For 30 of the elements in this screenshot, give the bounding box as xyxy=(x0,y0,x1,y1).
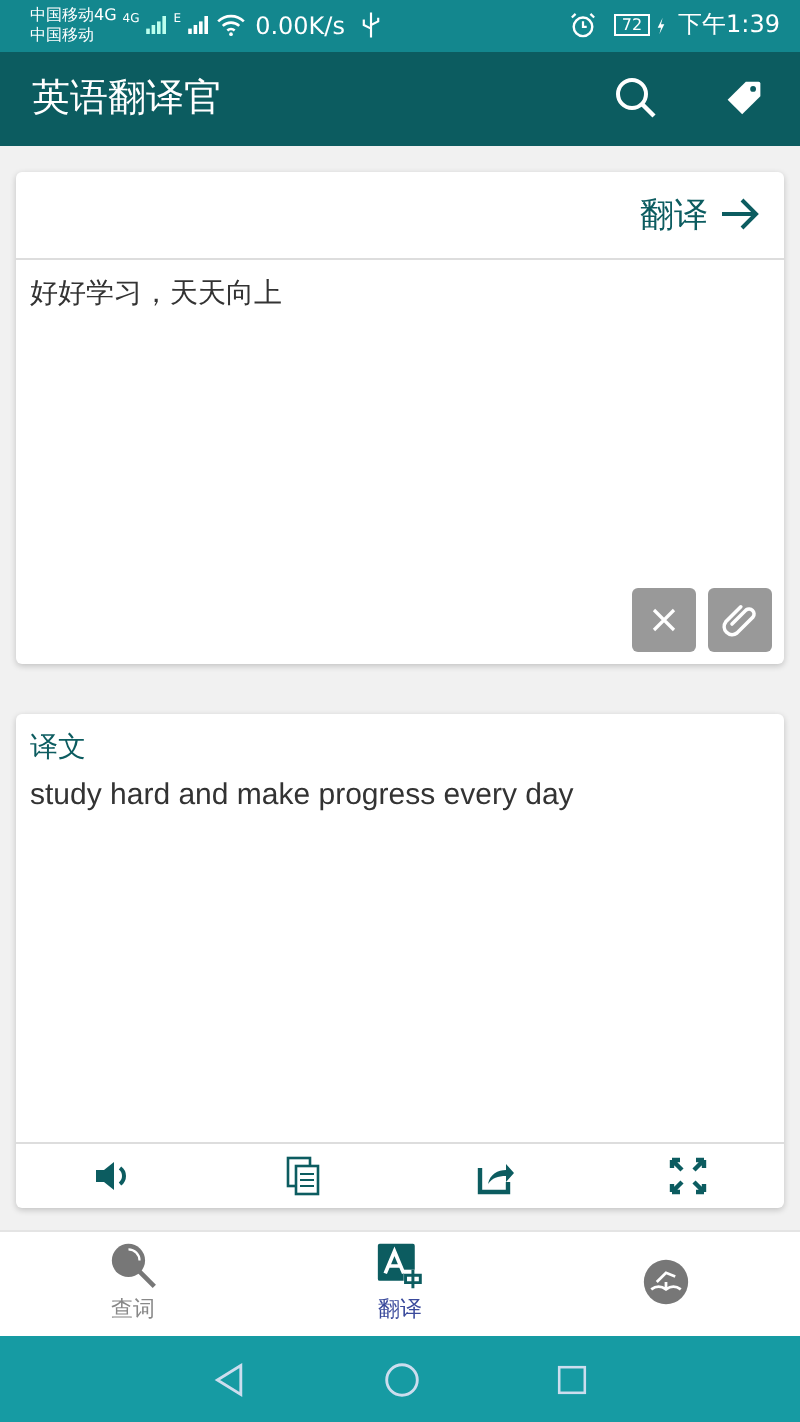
wifi-icon xyxy=(215,14,246,37)
translation-text: study hard and make progress every day xyxy=(28,775,576,816)
nav-label[interactable]: 查词 xyxy=(111,1294,156,1325)
translate-button[interactable]: 翻译 xyxy=(636,187,764,242)
app-title: 英语翻译官 xyxy=(32,74,222,125)
input-field[interactable]: 好好学习，天天向上 xyxy=(16,259,784,588)
carrier-label: 中国移动 xyxy=(30,25,96,46)
battery-level: 72 xyxy=(613,14,651,37)
output-label: 译文 xyxy=(28,729,88,768)
magnifier-icon[interactable] xyxy=(109,1242,158,1291)
signal-icon xyxy=(187,16,210,35)
charging-icon xyxy=(656,15,667,36)
paperclip-icon xyxy=(720,599,760,640)
clock: 下午1:39 xyxy=(678,8,780,43)
clear-button[interactable] xyxy=(632,587,696,652)
copy-icon[interactable] xyxy=(284,1155,324,1196)
arrow-icon xyxy=(720,196,760,233)
network-speed: 0.00K/s xyxy=(255,11,345,40)
tag-icon[interactable] xyxy=(724,78,764,119)
close-icon xyxy=(652,607,676,632)
usb-icon xyxy=(362,12,381,39)
fullscreen-icon[interactable] xyxy=(668,1155,708,1196)
carrier-label: 中国移动4G xyxy=(30,5,117,26)
attach-button[interactable] xyxy=(708,587,772,652)
book-icon[interactable] xyxy=(642,1257,691,1306)
nav-label[interactable]: 翻译 xyxy=(377,1294,422,1325)
alarm-icon xyxy=(569,12,596,39)
signal-icon xyxy=(145,16,168,35)
translate-icon[interactable] xyxy=(375,1242,424,1291)
search-icon[interactable] xyxy=(614,76,658,121)
